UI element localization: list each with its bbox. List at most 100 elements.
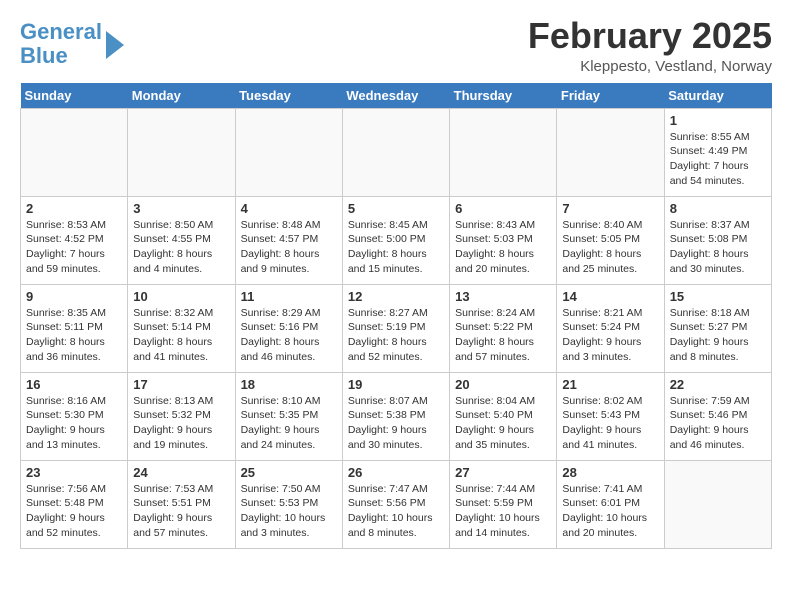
day-number: 21	[562, 377, 658, 392]
day-info: Sunrise: 8:02 AM Sunset: 5:43 PM Dayligh…	[562, 394, 658, 453]
month-title: February 2025	[528, 16, 772, 56]
table-row: 4 Sunrise: 8:48 AM Sunset: 4:57 PM Daylig…	[235, 196, 342, 284]
col-friday: Friday	[557, 83, 664, 109]
col-thursday: Thursday	[450, 83, 557, 109]
day-info: Sunrise: 7:44 AM Sunset: 5:59 PM Dayligh…	[455, 482, 551, 541]
day-number: 15	[670, 289, 766, 304]
calendar-week-row: 23 Sunrise: 7:56 AM Sunset: 5:48 PM Dayli…	[21, 460, 772, 548]
calendar-table: Sunday Monday Tuesday Wednesday Thursday…	[20, 83, 772, 549]
day-number: 26	[348, 465, 444, 480]
day-info: Sunrise: 8:13 AM Sunset: 5:32 PM Dayligh…	[133, 394, 229, 453]
table-row: 24 Sunrise: 7:53 AM Sunset: 5:51 PM Dayli…	[128, 460, 235, 548]
day-number: 19	[348, 377, 444, 392]
day-info: Sunrise: 8:04 AM Sunset: 5:40 PM Dayligh…	[455, 394, 551, 453]
col-tuesday: Tuesday	[235, 83, 342, 109]
title-block: February 2025 Kleppesto, Vestland, Norwa…	[528, 16, 772, 75]
day-info: Sunrise: 8:27 AM Sunset: 5:19 PM Dayligh…	[348, 306, 444, 365]
day-number: 1	[670, 113, 766, 128]
day-number: 3	[133, 201, 229, 216]
table-row: 8 Sunrise: 8:37 AM Sunset: 5:08 PM Daylig…	[664, 196, 771, 284]
day-info: Sunrise: 8:16 AM Sunset: 5:30 PM Dayligh…	[26, 394, 122, 453]
logo-general: General	[20, 19, 102, 44]
calendar-week-row: 1Sunrise: 8:55 AM Sunset: 4:49 PM Daylig…	[21, 108, 772, 196]
table-row: 18 Sunrise: 8:10 AM Sunset: 5:35 PM Dayli…	[235, 372, 342, 460]
day-info: Sunrise: 8:18 AM Sunset: 5:27 PM Dayligh…	[670, 306, 766, 365]
table-row: 28Sunrise: 7:41 AM Sunset: 6:01 PM Dayli…	[557, 460, 664, 548]
day-number: 11	[241, 289, 337, 304]
table-row: 11 Sunrise: 8:29 AM Sunset: 5:16 PM Dayli…	[235, 284, 342, 372]
day-number: 25	[241, 465, 337, 480]
day-number: 23	[26, 465, 122, 480]
col-monday: Monday	[128, 83, 235, 109]
table-row: 27 Sunrise: 7:44 AM Sunset: 5:59 PM Dayli…	[450, 460, 557, 548]
day-number: 12	[348, 289, 444, 304]
table-row	[21, 108, 128, 196]
table-row: 22 Sunrise: 7:59 AM Sunset: 5:46 PM Dayli…	[664, 372, 771, 460]
day-number: 2	[26, 201, 122, 216]
day-number: 13	[455, 289, 551, 304]
table-row	[128, 108, 235, 196]
day-number: 22	[670, 377, 766, 392]
col-saturday: Saturday	[664, 83, 771, 109]
logo: General Blue	[20, 20, 124, 68]
table-row: 16Sunrise: 8:16 AM Sunset: 5:30 PM Dayli…	[21, 372, 128, 460]
day-number: 7	[562, 201, 658, 216]
day-info: Sunrise: 8:40 AM Sunset: 5:05 PM Dayligh…	[562, 218, 658, 277]
day-number: 24	[133, 465, 229, 480]
table-row: 5 Sunrise: 8:45 AM Sunset: 5:00 PM Daylig…	[342, 196, 449, 284]
day-number: 5	[348, 201, 444, 216]
logo-blue: Blue	[20, 43, 68, 68]
table-row	[664, 460, 771, 548]
table-row: 26 Sunrise: 7:47 AM Sunset: 5:56 PM Dayli…	[342, 460, 449, 548]
day-info: Sunrise: 8:45 AM Sunset: 5:00 PM Dayligh…	[348, 218, 444, 277]
day-number: 10	[133, 289, 229, 304]
table-row: 6 Sunrise: 8:43 AM Sunset: 5:03 PM Daylig…	[450, 196, 557, 284]
calendar-week-row: 16Sunrise: 8:16 AM Sunset: 5:30 PM Dayli…	[21, 372, 772, 460]
day-number: 14	[562, 289, 658, 304]
table-row: 12 Sunrise: 8:27 AM Sunset: 5:19 PM Dayli…	[342, 284, 449, 372]
table-row: 23 Sunrise: 7:56 AM Sunset: 5:48 PM Dayli…	[21, 460, 128, 548]
logo-arrow-icon	[106, 31, 124, 59]
day-info: Sunrise: 8:35 AM Sunset: 5:11 PM Dayligh…	[26, 306, 122, 365]
day-info: Sunrise: 8:53 AM Sunset: 4:52 PM Dayligh…	[26, 218, 122, 277]
day-info: Sunrise: 8:43 AM Sunset: 5:03 PM Dayligh…	[455, 218, 551, 277]
day-number: 6	[455, 201, 551, 216]
table-row: 25 Sunrise: 7:50 AM Sunset: 5:53 PM Dayli…	[235, 460, 342, 548]
header: General Blue February 2025 Kleppesto, Ve…	[20, 16, 772, 75]
day-info: Sunrise: 8:10 AM Sunset: 5:35 PM Dayligh…	[241, 394, 337, 453]
table-row: 10 Sunrise: 8:32 AM Sunset: 5:14 PM Dayli…	[128, 284, 235, 372]
day-info: Sunrise: 7:53 AM Sunset: 5:51 PM Dayligh…	[133, 482, 229, 541]
table-row: 17Sunrise: 8:13 AM Sunset: 5:32 PM Dayli…	[128, 372, 235, 460]
table-row	[450, 108, 557, 196]
table-row: 15 Sunrise: 8:18 AM Sunset: 5:27 PM Dayli…	[664, 284, 771, 372]
day-info: Sunrise: 8:24 AM Sunset: 5:22 PM Dayligh…	[455, 306, 551, 365]
table-row: 19Sunrise: 8:07 AM Sunset: 5:38 PM Dayli…	[342, 372, 449, 460]
table-row: 2 Sunrise: 8:53 AM Sunset: 4:52 PM Daylig…	[21, 196, 128, 284]
day-info: Sunrise: 7:47 AM Sunset: 5:56 PM Dayligh…	[348, 482, 444, 541]
table-row	[235, 108, 342, 196]
day-number: 27	[455, 465, 551, 480]
table-row: 1Sunrise: 8:55 AM Sunset: 4:49 PM Daylig…	[664, 108, 771, 196]
table-row: 7 Sunrise: 8:40 AM Sunset: 5:05 PM Daylig…	[557, 196, 664, 284]
day-info: Sunrise: 7:56 AM Sunset: 5:48 PM Dayligh…	[26, 482, 122, 541]
day-info: Sunrise: 7:50 AM Sunset: 5:53 PM Dayligh…	[241, 482, 337, 541]
location-subtitle: Kleppesto, Vestland, Norway	[528, 58, 772, 75]
table-row: 3 Sunrise: 8:50 AM Sunset: 4:55 PM Daylig…	[128, 196, 235, 284]
day-number: 18	[241, 377, 337, 392]
col-sunday: Sunday	[21, 83, 128, 109]
table-row: 21 Sunrise: 8:02 AM Sunset: 5:43 PM Dayli…	[557, 372, 664, 460]
day-info: Sunrise: 8:48 AM Sunset: 4:57 PM Dayligh…	[241, 218, 337, 277]
day-info: Sunrise: 8:21 AM Sunset: 5:24 PM Dayligh…	[562, 306, 658, 365]
day-number: 4	[241, 201, 337, 216]
calendar-week-row: 9Sunrise: 8:35 AM Sunset: 5:11 PM Daylig…	[21, 284, 772, 372]
calendar-week-row: 2 Sunrise: 8:53 AM Sunset: 4:52 PM Daylig…	[21, 196, 772, 284]
table-row	[557, 108, 664, 196]
day-info: Sunrise: 8:37 AM Sunset: 5:08 PM Dayligh…	[670, 218, 766, 277]
day-number: 28	[562, 465, 658, 480]
day-number: 8	[670, 201, 766, 216]
day-info: Sunrise: 8:29 AM Sunset: 5:16 PM Dayligh…	[241, 306, 337, 365]
day-info: Sunrise: 8:32 AM Sunset: 5:14 PM Dayligh…	[133, 306, 229, 365]
day-info: Sunrise: 7:59 AM Sunset: 5:46 PM Dayligh…	[670, 394, 766, 453]
day-info: Sunrise: 8:50 AM Sunset: 4:55 PM Dayligh…	[133, 218, 229, 277]
col-wednesday: Wednesday	[342, 83, 449, 109]
